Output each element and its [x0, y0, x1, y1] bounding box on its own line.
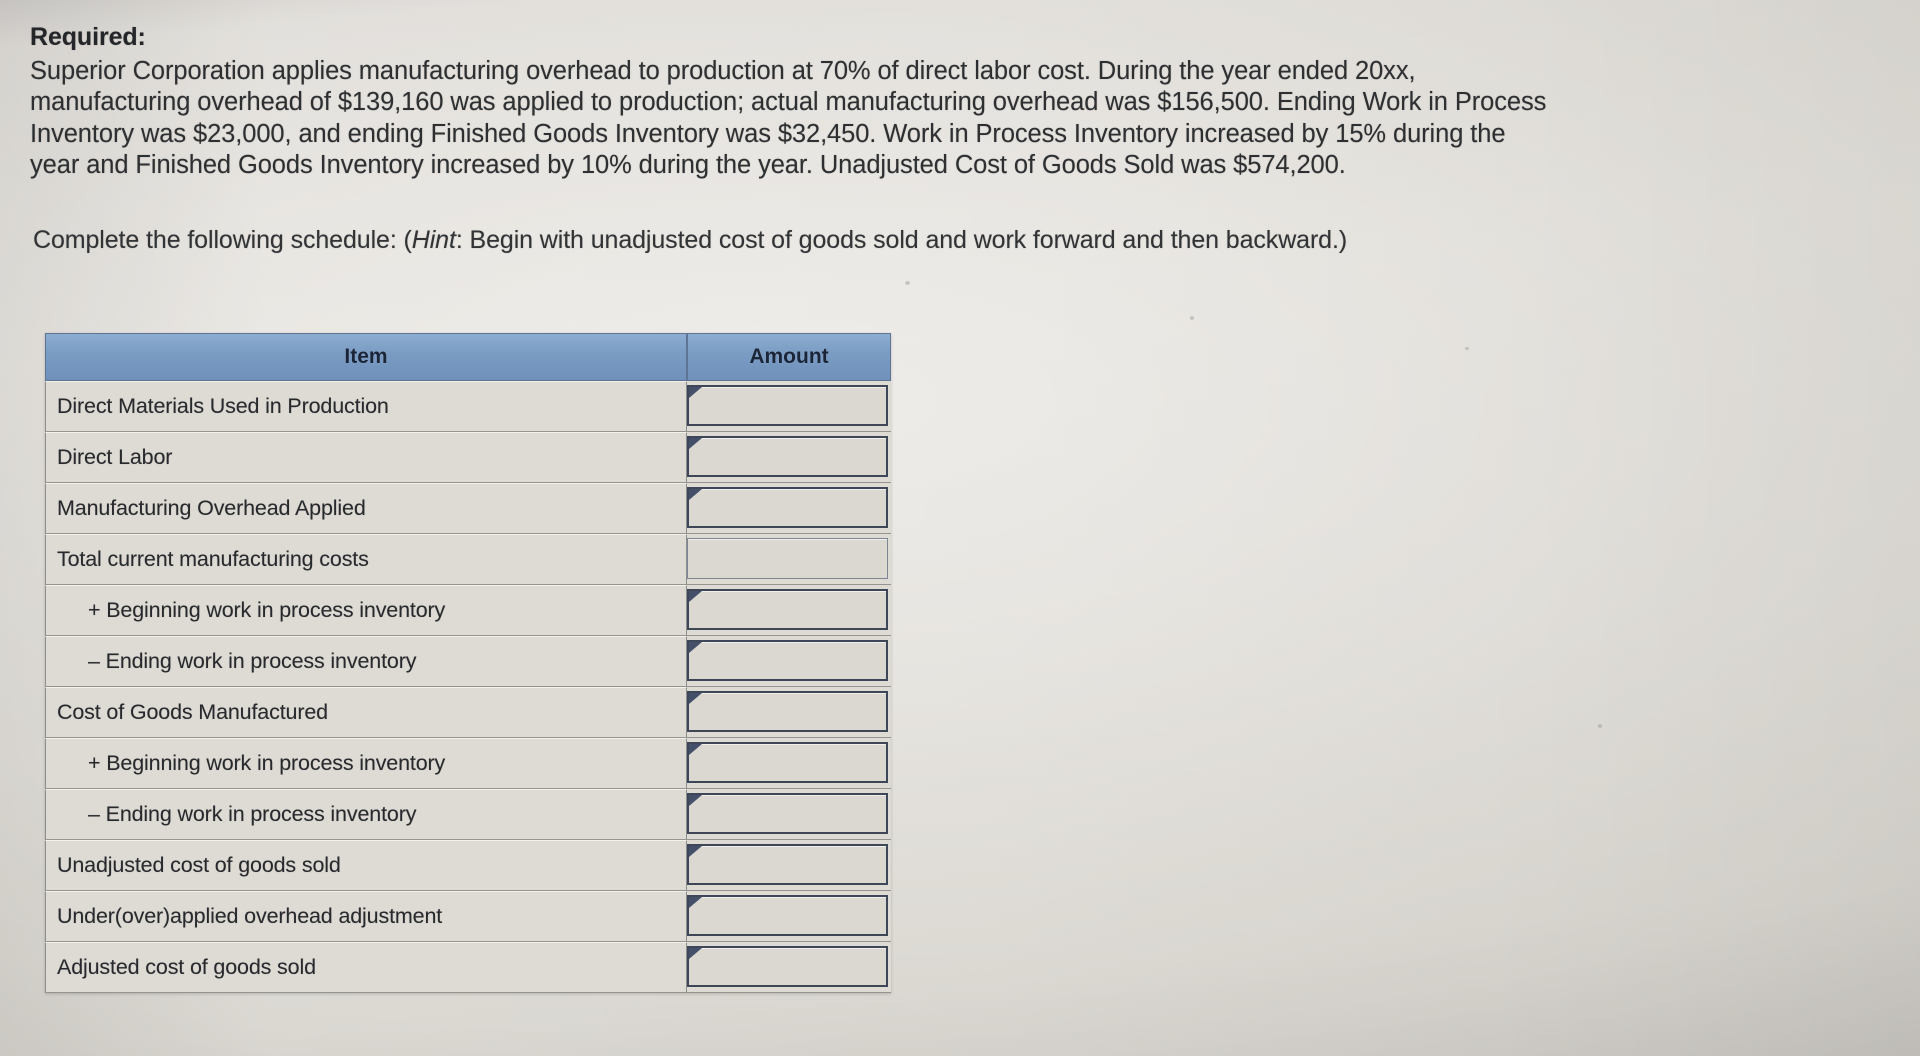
row-label-cell: Adjusted cost of goods sold — [45, 942, 687, 993]
dropdown-corner-marker-icon — [689, 693, 702, 704]
dropdown-corner-marker-icon — [689, 744, 702, 755]
row-amount-cell[interactable] — [687, 687, 891, 738]
row-amount-cell[interactable] — [687, 432, 891, 483]
table-row: Unadjusted cost of goods sold — [45, 840, 891, 891]
dropdown-corner-marker-icon — [689, 948, 702, 959]
amount-input[interactable] — [687, 589, 888, 630]
dust-speck — [1598, 724, 1602, 728]
row-label-cell: Cost of Goods Manufactured — [45, 687, 687, 738]
amount-input[interactable] — [687, 691, 888, 732]
row-amount-cell[interactable] — [687, 636, 891, 687]
instruction-line: Complete the following schedule: (Hint: … — [33, 225, 1890, 257]
row-amount-cell[interactable] — [687, 891, 891, 942]
row-label-cell: Direct Labor — [45, 432, 687, 483]
instruction-suffix: : Begin with unadjusted cost of goods so… — [455, 225, 1348, 254]
row-amount-cell[interactable] — [687, 381, 891, 432]
column-header-item: Item — [45, 333, 687, 381]
dust-speck — [905, 281, 910, 285]
table-row: Direct Materials Used in Production — [45, 381, 891, 432]
row-amount-cell[interactable] — [687, 585, 891, 636]
row-amount-cell[interactable] — [687, 942, 891, 993]
table-row: Adjusted cost of goods sold — [45, 942, 891, 993]
table-row: + Beginning work in process inventory — [45, 585, 891, 636]
dust-speck — [1465, 347, 1469, 350]
amount-input[interactable] — [687, 742, 888, 783]
row-label-cell: – Ending work in process inventory — [45, 636, 687, 687]
amount-input[interactable] — [687, 895, 888, 936]
hint-word: Hint — [411, 225, 456, 254]
instruction-prefix: Complete the following schedule: ( — [33, 225, 412, 254]
dropdown-corner-marker-icon — [689, 642, 702, 653]
schedule-table-container: Item Amount Direct Materials Used in Pro… — [45, 333, 891, 993]
dropdown-corner-marker-icon — [689, 846, 702, 857]
table-row: Manufacturing Overhead Applied — [45, 483, 891, 534]
row-label-cell: + Beginning work in process inventory — [45, 585, 687, 636]
row-label-cell: Unadjusted cost of goods sold — [45, 840, 687, 891]
table-row: + Beginning work in process inventory — [45, 738, 891, 789]
row-label-cell: – Ending work in process inventory — [45, 789, 687, 840]
row-amount-cell[interactable] — [687, 840, 891, 891]
dropdown-corner-marker-icon — [689, 438, 702, 449]
table-row: Cost of Goods Manufactured — [45, 687, 891, 738]
row-label-cell: Manufacturing Overhead Applied — [45, 483, 687, 534]
amount-input[interactable] — [687, 640, 888, 681]
table-row: – Ending work in process inventory — [45, 636, 891, 687]
dust-speck — [1190, 316, 1194, 320]
dropdown-corner-marker-icon — [689, 387, 702, 398]
table-row: Total current manufacturing costs — [45, 534, 891, 585]
table-header-row: Item Amount — [45, 333, 891, 381]
worksheet-content: Required: Superior Corporation applies m… — [30, 22, 1890, 256]
dropdown-corner-marker-icon — [689, 591, 702, 602]
table-body: Direct Materials Used in Production Direc… — [45, 381, 891, 993]
row-amount-cell[interactable] — [687, 483, 891, 534]
row-label-cell: + Beginning work in process inventory — [45, 738, 687, 789]
amount-input[interactable] — [687, 385, 888, 426]
dropdown-corner-marker-icon — [689, 897, 702, 908]
column-header-amount: Amount — [687, 333, 891, 381]
row-amount-cell[interactable] — [687, 534, 891, 585]
amount-input[interactable] — [687, 844, 888, 885]
problem-statement-paragraph: Superior Corporation applies manufacturi… — [30, 56, 1547, 180]
table-row: Under(over)applied overhead adjustment — [45, 891, 891, 942]
table-header: Item Amount — [45, 333, 891, 381]
row-label-cell: Direct Materials Used in Production — [45, 381, 687, 432]
amount-input[interactable] — [687, 946, 888, 987]
photographed-worksheet-page: Required: Superior Corporation applies m… — [0, 0, 1920, 1056]
table-row: – Ending work in process inventory — [45, 789, 891, 840]
row-label-cell: Total current manufacturing costs — [45, 534, 687, 585]
dropdown-corner-marker-icon — [689, 795, 702, 806]
table-row: Direct Labor — [45, 432, 891, 483]
required-heading: Required: — [30, 23, 146, 51]
amount-input[interactable] — [687, 793, 888, 834]
row-amount-cell[interactable] — [687, 789, 891, 840]
row-amount-cell[interactable] — [687, 738, 891, 789]
cost-of-goods-sold-schedule-table: Item Amount Direct Materials Used in Pro… — [45, 333, 891, 993]
amount-display-box — [687, 538, 888, 579]
dropdown-corner-marker-icon — [689, 489, 702, 500]
amount-input[interactable] — [687, 436, 888, 477]
row-label-cell: Under(over)applied overhead adjustment — [45, 891, 687, 942]
amount-input[interactable] — [687, 487, 888, 528]
